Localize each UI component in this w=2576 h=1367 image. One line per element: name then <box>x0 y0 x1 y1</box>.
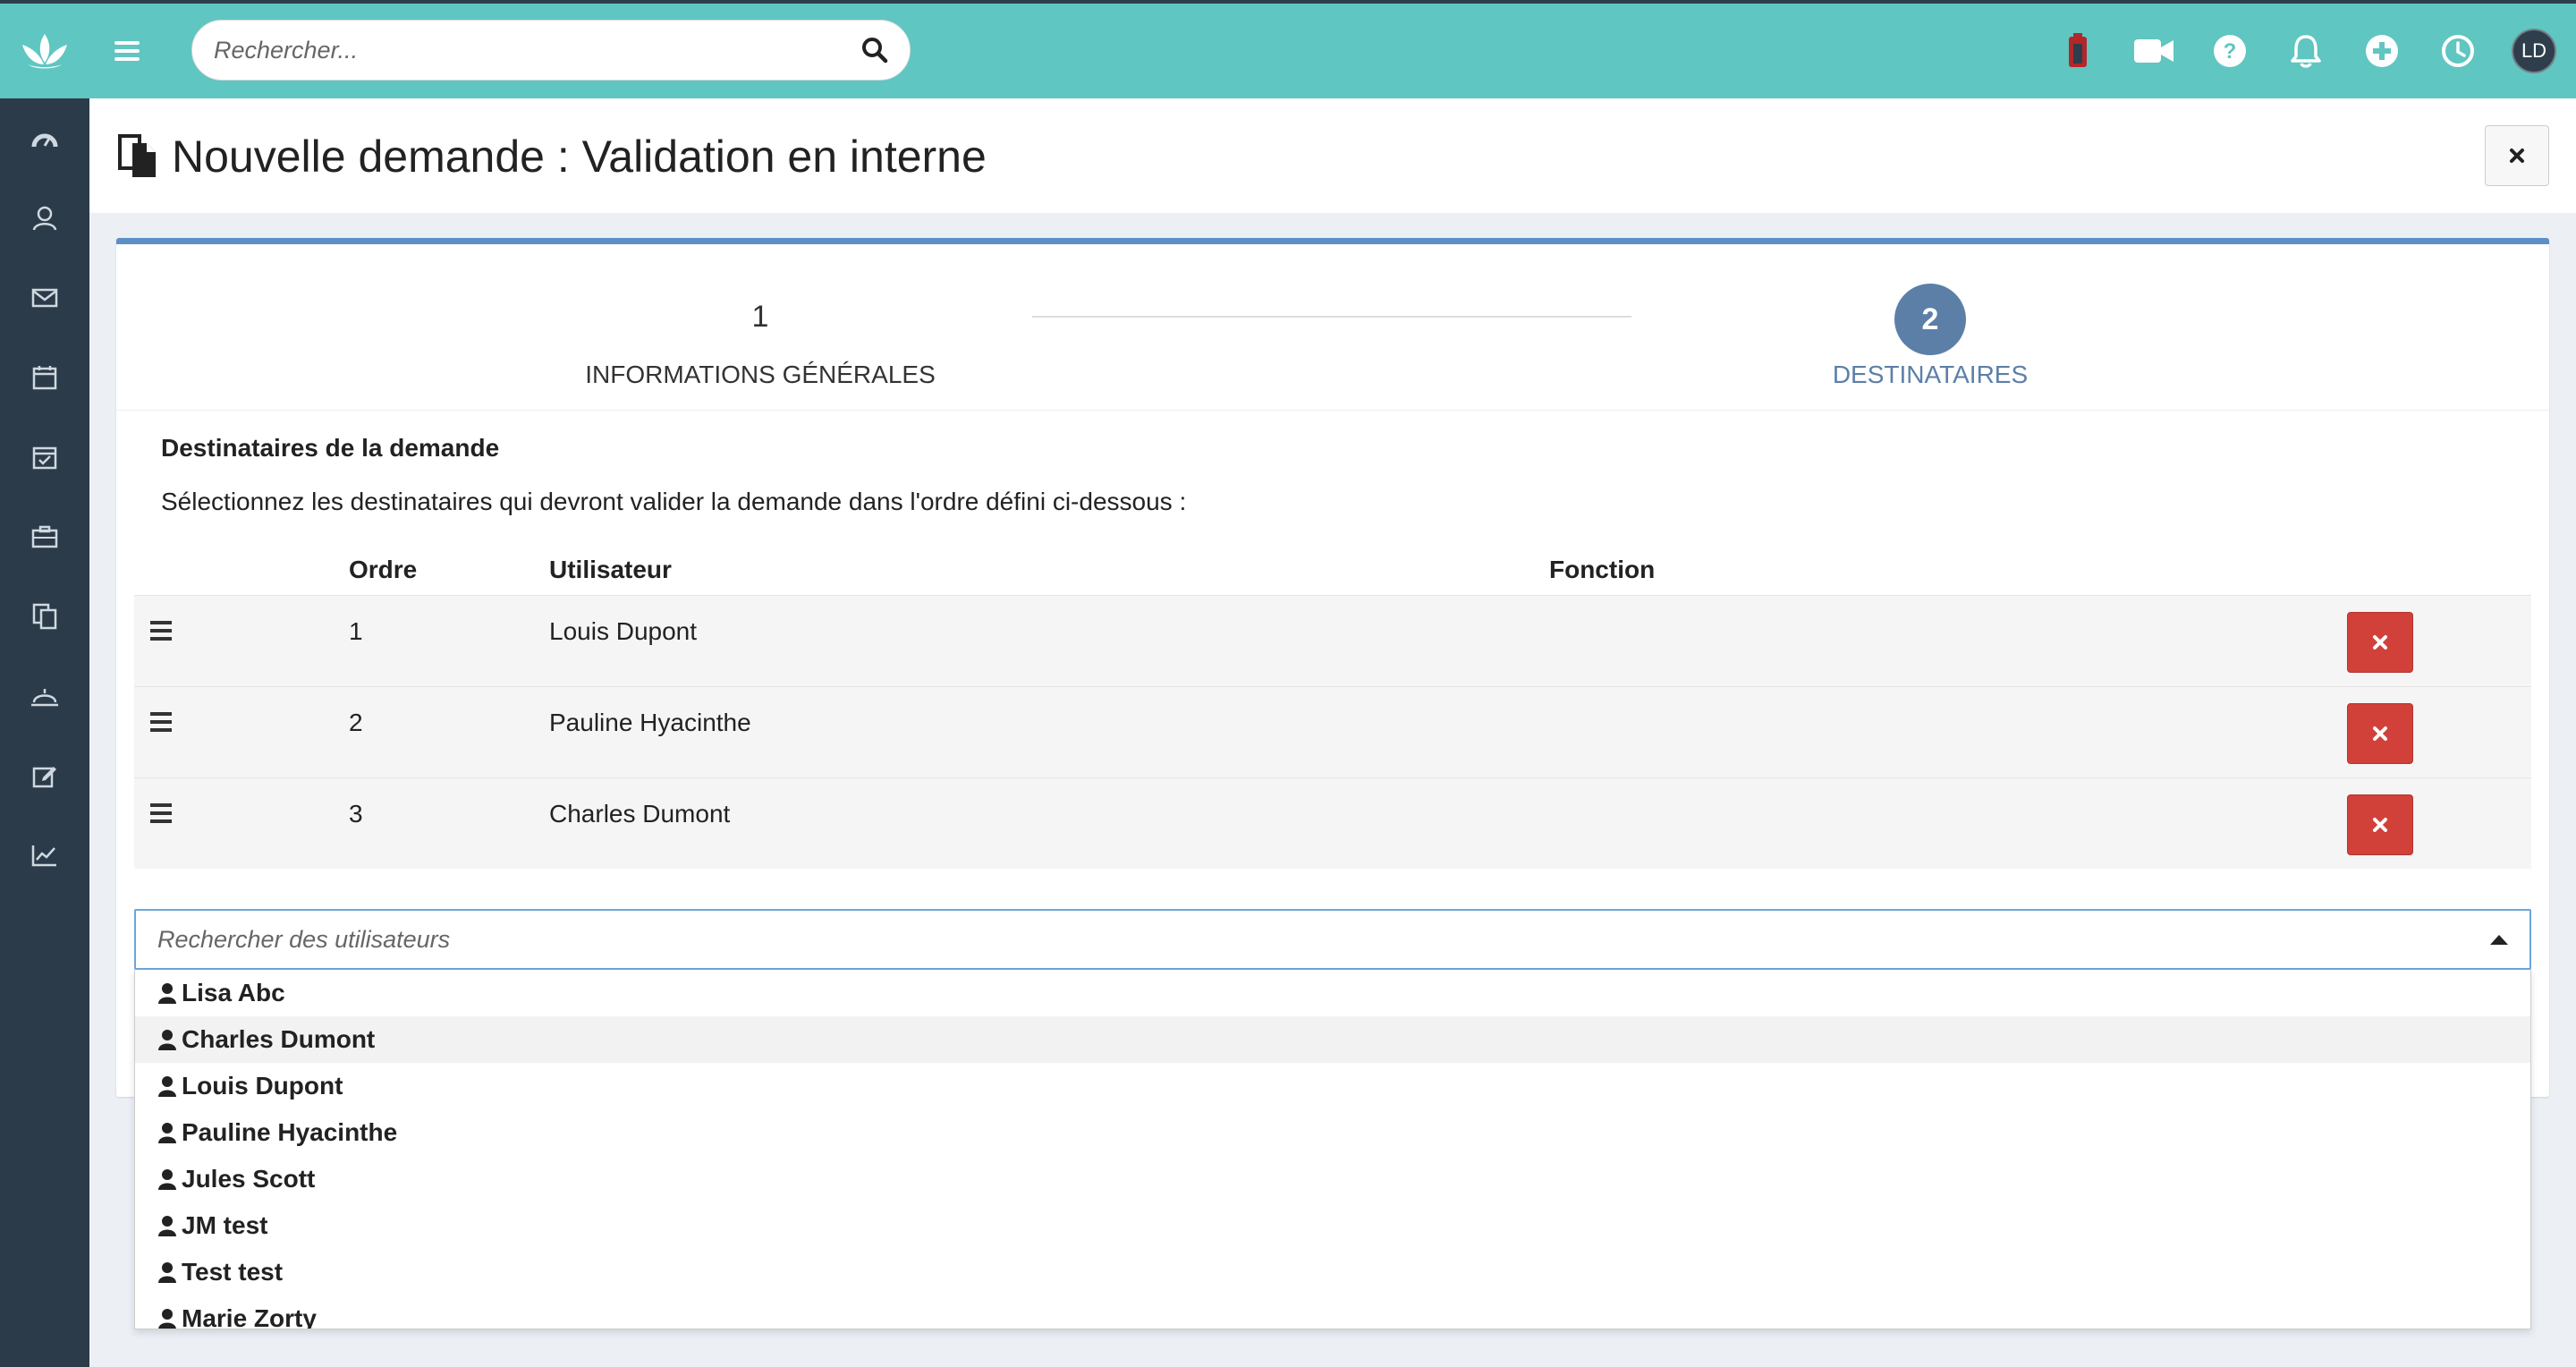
mail-icon <box>31 288 58 307</box>
sidebar-item-mail[interactable] <box>0 258 89 337</box>
calendar-check-icon <box>32 446 57 469</box>
user-icon <box>158 1169 176 1190</box>
drag-handle-icon[interactable] <box>150 621 172 641</box>
dropdown-option[interactable]: Charles Dumont <box>135 1016 2530 1063</box>
sidebar-item-dashboard[interactable] <box>0 98 89 178</box>
notifications-button[interactable] <box>2267 4 2343 98</box>
recipients-table: Ordre Utilisateur Fonction 1 Louis Dupon… <box>134 547 2531 869</box>
top-bar: ? LD <box>0 0 2576 98</box>
row-order: 2 <box>349 709 363 736</box>
wizard-steps: 1 INFORMATIONS GÉNÉRALES 2 DESTINATAIRES <box>116 244 2549 411</box>
column-header-user: Utilisateur <box>549 556 672 583</box>
sidebar <box>0 98 89 1367</box>
column-header-function: Fonction <box>1549 556 1656 583</box>
dropdown-option[interactable]: Louis Dupont <box>135 1063 2530 1109</box>
row-user: Louis Dupont <box>549 617 698 645</box>
bell-icon <box>2290 35 2321 68</box>
close-button[interactable] <box>2485 125 2549 186</box>
remove-recipient-button[interactable] <box>2347 612 2413 673</box>
reception-bell-icon <box>31 688 58 706</box>
step-2-label[interactable]: DESTINATAIRES <box>1733 361 2127 389</box>
sidebar-item-reception[interactable] <box>0 656 89 735</box>
user-icon <box>158 1030 176 1050</box>
video-button[interactable] <box>2115 4 2191 98</box>
table-row: 1 Louis Dupont <box>134 595 2531 686</box>
close-icon <box>2373 818 2387 832</box>
step-connector <box>1032 316 1631 318</box>
table-row: 2 Pauline Hyacinthe <box>134 686 2531 777</box>
help-button[interactable]: ? <box>2191 4 2267 98</box>
close-icon <box>2373 635 2387 650</box>
battery-icon <box>2068 33 2087 67</box>
contacts-icon <box>32 206 57 230</box>
sidebar-item-stats[interactable] <box>0 815 89 895</box>
clock-icon <box>2441 35 2474 67</box>
svg-text:?: ? <box>2223 39 2236 64</box>
user-icon <box>158 1309 176 1329</box>
dashboard-icon <box>31 133 58 147</box>
plus-circle-icon <box>2365 35 2398 67</box>
add-button[interactable] <box>2343 4 2419 98</box>
user-dropdown-list: Lisa Abc Charles Dumont Louis Dupont Pau… <box>134 970 2531 1329</box>
sidebar-item-contacts[interactable] <box>0 178 89 258</box>
caret-up-icon[interactable] <box>2490 934 2508 945</box>
dropdown-option[interactable]: Test test <box>135 1249 2530 1295</box>
row-order: 1 <box>349 617 363 645</box>
dropdown-option[interactable]: Lisa Abc <box>135 970 2530 1016</box>
section-description: Sélectionnez les destinataires qui devro… <box>161 488 1187 515</box>
user-search-select[interactable] <box>134 909 2531 970</box>
page-title: Nouvelle demande : Validation en interne <box>172 132 987 182</box>
remove-recipient-button[interactable] <box>2347 703 2413 764</box>
user-icon <box>158 1262 176 1283</box>
drag-handle-icon[interactable] <box>150 712 172 732</box>
step-1-number[interactable]: 1 <box>724 300 796 335</box>
documents-icon <box>118 134 156 177</box>
column-header-order: Ordre <box>349 556 418 583</box>
row-user: Charles Dumont <box>549 800 731 828</box>
dropdown-option[interactable]: JM test <box>135 1202 2530 1249</box>
step-1-label[interactable]: INFORMATIONS GÉNÉRALES <box>564 361 957 389</box>
menu-toggle-button[interactable] <box>111 36 143 66</box>
sidebar-item-projects[interactable] <box>0 497 89 576</box>
step-2-number[interactable]: 2 <box>1894 284 1966 355</box>
dropdown-option[interactable]: Pauline Hyacinthe <box>135 1109 2530 1156</box>
close-icon <box>2510 149 2524 163</box>
video-camera-icon <box>2133 39 2174 63</box>
user-icon <box>158 983 176 1004</box>
user-icon <box>158 1123 176 1143</box>
sidebar-item-tasks[interactable] <box>0 417 89 497</box>
remove-recipient-button[interactable] <box>2347 794 2413 855</box>
search-icon[interactable] <box>861 37 888 64</box>
page-header: Nouvelle demande : Validation en interne <box>89 98 2576 213</box>
sidebar-item-calendar[interactable] <box>0 337 89 417</box>
close-icon <box>2373 726 2387 741</box>
user-icon <box>158 1076 176 1097</box>
section-title: Destinataires de la demande <box>161 434 500 462</box>
row-user: Pauline Hyacinthe <box>549 709 751 736</box>
battery-button[interactable] <box>2039 4 2115 98</box>
edit-icon <box>32 766 56 787</box>
help-icon: ? <box>2213 35 2246 67</box>
drag-handle-icon[interactable] <box>150 803 172 823</box>
lotus-logo-icon <box>22 34 67 69</box>
chart-line-icon <box>31 845 56 866</box>
sidebar-item-requests[interactable] <box>0 576 89 656</box>
table-header: Ordre Utilisateur Fonction <box>134 547 2531 595</box>
global-search <box>191 20 911 81</box>
documents-icon <box>32 603 57 629</box>
user-avatar[interactable]: LD <box>2512 29 2556 73</box>
dropdown-option[interactable]: Marie Zorty <box>135 1295 2530 1329</box>
dropdown-option[interactable]: Jules Scott <box>135 1156 2530 1202</box>
briefcase-icon <box>31 525 58 548</box>
user-icon <box>158 1216 176 1236</box>
table-row: 3 Charles Dumont <box>134 777 2531 869</box>
user-search-input[interactable] <box>157 925 2490 954</box>
history-button[interactable] <box>2419 4 2496 98</box>
app-logo[interactable] <box>0 4 89 98</box>
sidebar-item-forms[interactable] <box>0 735 89 815</box>
row-order: 3 <box>349 800 363 828</box>
calendar-icon <box>32 365 57 389</box>
global-search-input[interactable] <box>214 36 861 64</box>
